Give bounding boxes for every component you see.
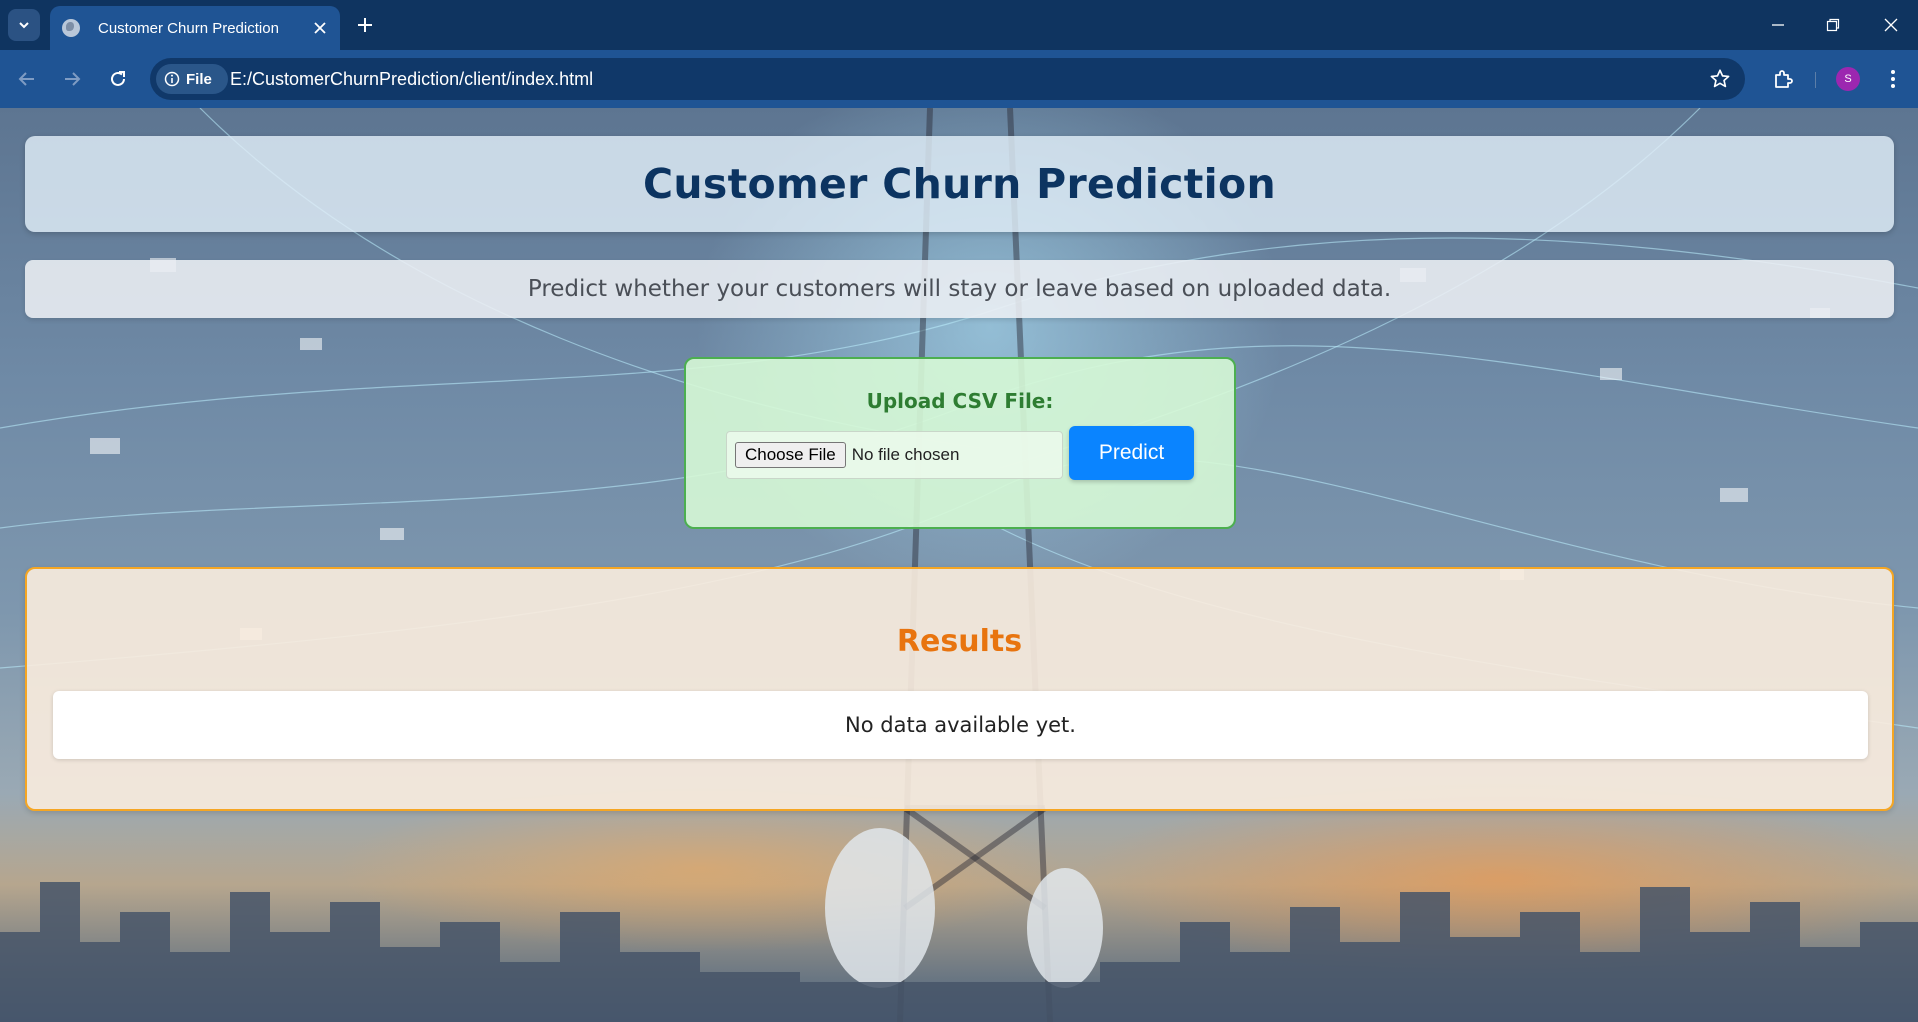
page-title: Customer Churn Prediction	[643, 160, 1276, 208]
extensions-icon	[1775, 70, 1793, 88]
address-bar[interactable]: File E:/CustomerChurnPrediction/client/i…	[150, 58, 1745, 100]
globe-icon	[62, 19, 80, 37]
plus-icon	[358, 18, 372, 32]
browser-toolbar: File E:/CustomerChurnPrediction/client/i…	[0, 50, 1918, 108]
minimize-icon	[1772, 24, 1784, 26]
city-skyline	[0, 882, 1918, 1022]
choose-file-button[interactable]: Choose File	[735, 442, 846, 468]
header-card: Customer Churn Prediction	[25, 136, 1894, 232]
window-close-icon	[1884, 18, 1898, 32]
forward-button[interactable]	[57, 64, 87, 94]
tab-close-button[interactable]	[310, 18, 330, 38]
csv-file-input[interactable]: Choose File No file chosen	[726, 431, 1063, 479]
results-output: No data available yet.	[53, 691, 1868, 759]
restore-icon	[1826, 18, 1840, 32]
upload-label: Upload CSV File:	[866, 389, 1054, 413]
reload-icon	[111, 71, 125, 86]
back-button[interactable]	[12, 64, 42, 94]
subtitle-card: Predict whether your customers will stay…	[25, 260, 1894, 318]
page-subtitle: Predict whether your customers will stay…	[527, 276, 1392, 302]
results-title: Results	[896, 624, 1023, 659]
restore-button[interactable]	[1818, 10, 1848, 40]
forward-arrow-icon	[65, 72, 81, 86]
tab-strip: Customer Churn Prediction	[0, 0, 1918, 50]
toolbar-divider	[1815, 72, 1816, 88]
file-status: No file chosen	[851, 445, 960, 464]
info-icon	[164, 71, 180, 87]
url-text[interactable]: E:/CustomerChurnPrediction/client/index.…	[230, 69, 593, 90]
new-tab-button[interactable]	[352, 12, 378, 38]
results-card: Results No data available yet.	[25, 567, 1894, 811]
browser-menu-button[interactable]	[1878, 64, 1908, 94]
extensions-button[interactable]	[1768, 64, 1798, 94]
close-icon	[314, 22, 326, 34]
tab-title: Customer Churn Prediction	[98, 19, 279, 37]
window-close-button[interactable]	[1876, 10, 1906, 40]
star-icon[interactable]	[1709, 68, 1731, 90]
upload-card: Upload CSV File: Choose File No file cho…	[684, 357, 1236, 529]
chevron-down-icon	[19, 22, 29, 29]
active-tab[interactable]: Customer Churn Prediction	[50, 6, 340, 50]
more-vert-icon	[1891, 70, 1895, 88]
results-message: No data available yet.	[845, 713, 1076, 737]
minimize-button[interactable]	[1763, 10, 1793, 40]
site-info-chip[interactable]: File	[156, 64, 228, 94]
back-arrow-icon	[18, 72, 34, 86]
site-chip-label: File	[186, 70, 212, 88]
profile-avatar[interactable]: S	[1836, 67, 1860, 91]
tab-search-button[interactable]	[8, 9, 40, 41]
predict-button[interactable]: Predict	[1069, 426, 1194, 480]
page-background	[0, 108, 1918, 1022]
reload-button[interactable]	[103, 64, 133, 94]
